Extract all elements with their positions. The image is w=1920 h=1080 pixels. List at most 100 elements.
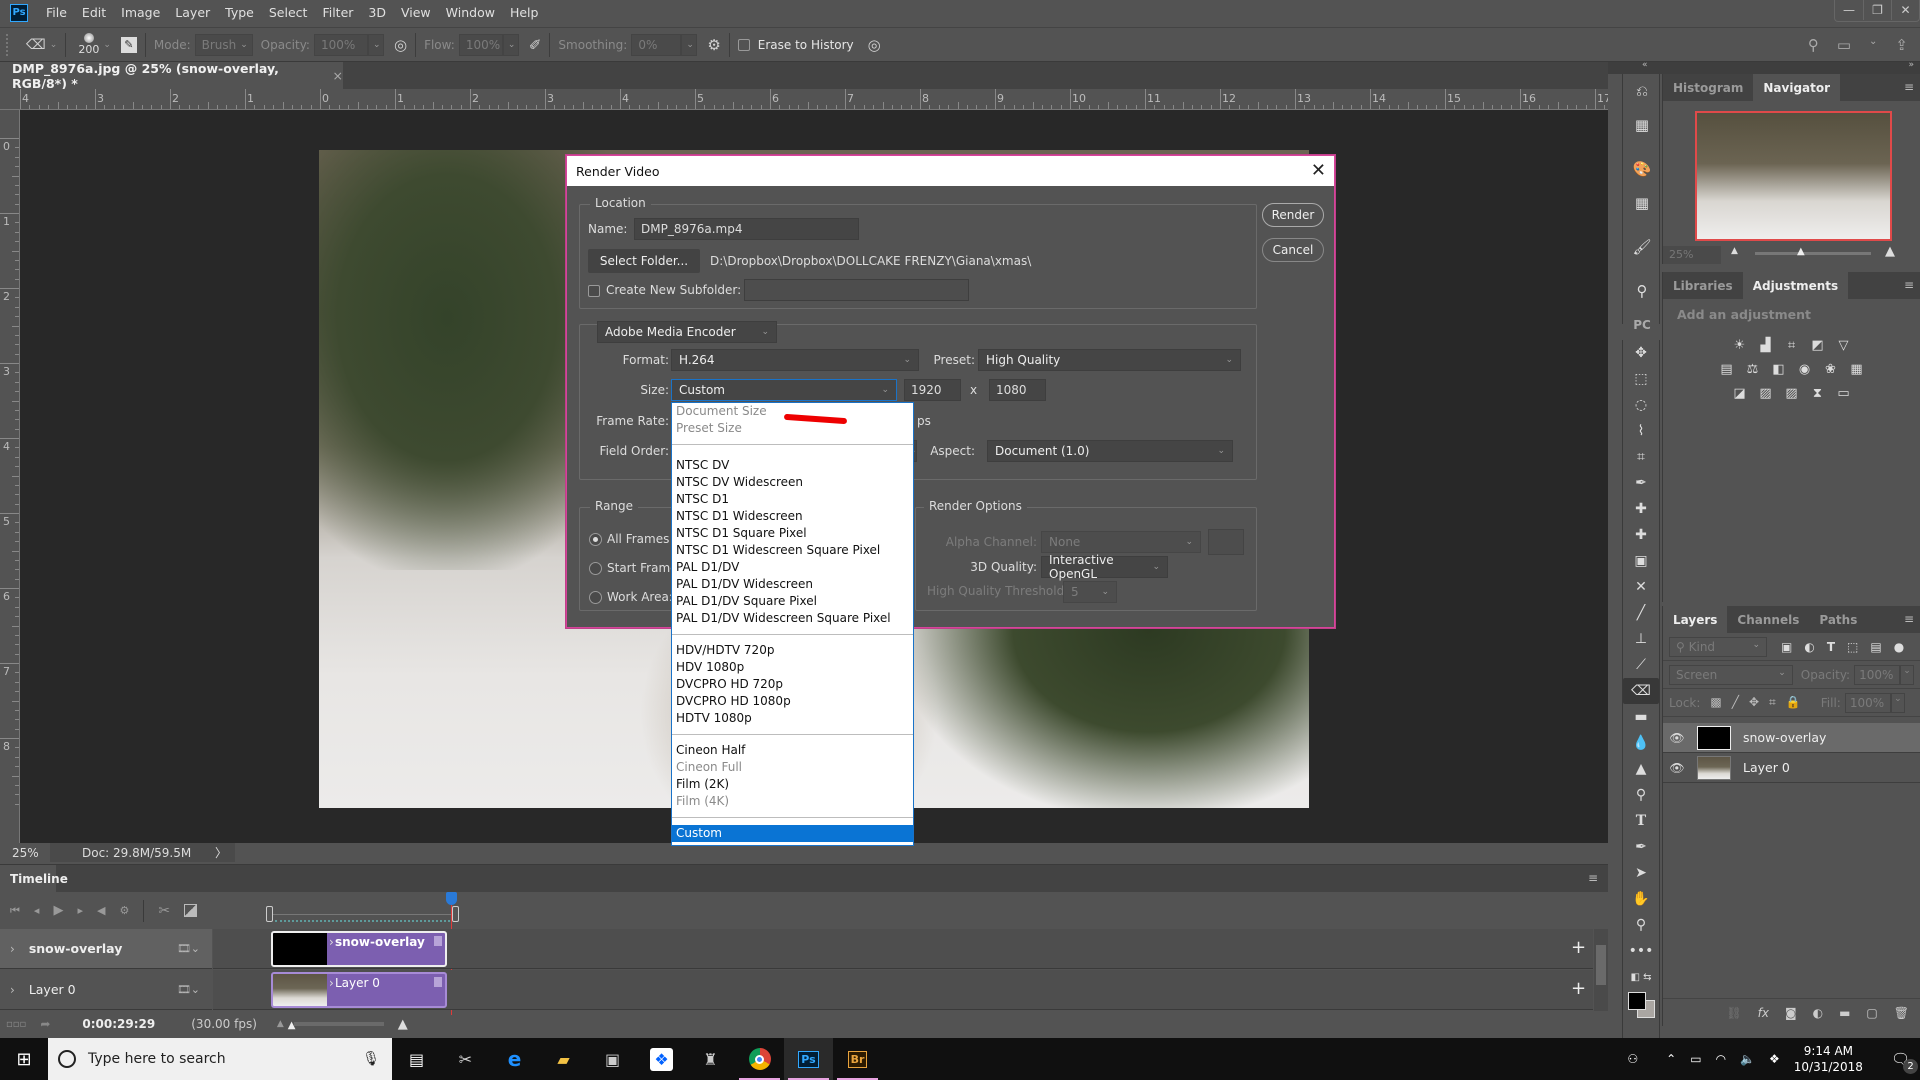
tab-timeline[interactable]: Timeline (0, 865, 68, 892)
move-tool-icon[interactable]: ✥ (1623, 340, 1659, 366)
layer-row-snow-overlay[interactable]: 👁 snow-overlay (1663, 723, 1920, 753)
menu-window[interactable]: Window (446, 5, 495, 20)
windows-start-icon[interactable]: ⊞ (0, 1038, 48, 1080)
flow-input[interactable]: 100% (458, 33, 503, 56)
dropbox-icon[interactable]: ❖ (637, 1038, 686, 1080)
pressure-opacity-icon[interactable]: ◎ (394, 36, 407, 54)
size-option[interactable]: NTSC D1 Widescreen (672, 508, 913, 525)
expand-chevron-icon[interactable]: › (10, 983, 15, 997)
path-selection-tool-icon[interactable]: ➤ (1623, 860, 1659, 886)
aspect-select[interactable]: Document (1.0) ⌄ (987, 440, 1233, 462)
layer-style-fx-icon[interactable]: fx (1758, 1006, 1769, 1020)
filter-shape-icon[interactable]: ⬚ (1847, 640, 1858, 654)
lock-artboard-icon[interactable]: ⌗ (1769, 695, 1776, 710)
swap-colors-icon[interactable]: ◧ ⇆ (1623, 964, 1659, 990)
hq-threshold-select[interactable]: 5 ⌄ (1063, 581, 1117, 603)
subfolder-input[interactable] (744, 279, 969, 301)
filter-toggle-icon[interactable]: ● (1894, 640, 1904, 654)
quick-selection-tool-icon[interactable]: ⌇ (1623, 418, 1659, 444)
delete-layer-trash-icon[interactable]: 🗑 (1894, 1006, 1909, 1020)
new-adjustment-layer-icon[interactable]: ◐ (1813, 1006, 1823, 1020)
menu-select[interactable]: Select (269, 5, 308, 20)
lock-all-icon[interactable]: 🔒 (1786, 695, 1801, 710)
size-option[interactable]: PAL D1/DV Widescreen (672, 576, 913, 593)
history-panel-icon[interactable]: ⎌ (1623, 74, 1661, 108)
split-scissors-icon[interactable]: ✂ (158, 903, 170, 919)
content-aware-move-tool-icon[interactable]: ✕ (1623, 574, 1659, 600)
size-option[interactable]: DVCPRO HD 1080p (672, 693, 913, 710)
menu-view[interactable]: View (401, 5, 431, 20)
navigator-zoom-slider[interactable]: ▲ (1755, 246, 1871, 257)
filter-adjustment-icon[interactable]: ◐ (1804, 640, 1814, 654)
name-input[interactable]: DMP_8976a.mp4 (634, 218, 859, 240)
brush-tool-icon[interactable]: ╱ (1623, 600, 1659, 626)
posterize-icon[interactable]: ▨ (1757, 384, 1775, 402)
track-header-snow-overlay[interactable]: › snow-overlay 🎞⌄ (0, 929, 212, 969)
more-tools-icon[interactable]: ••• (1623, 938, 1659, 964)
ruler-vertical[interactable]: 0 1 2 3 4 5 6 7 8 (0, 110, 20, 843)
channel-mixer-icon[interactable]: ❀ (1822, 360, 1840, 378)
size-option[interactable]: NTSC D1 Square Pixel (672, 525, 913, 542)
brush-settings-icon[interactable]: 🖌 (1623, 230, 1661, 264)
size-select[interactable]: Custom ⌄ (671, 379, 897, 401)
radio-all-frames[interactable] (589, 533, 602, 546)
frame-animation-icon[interactable]: ▫▫▫ (6, 1019, 26, 1030)
type-tool-icon[interactable]: T (1623, 808, 1659, 834)
nav-zoom-out-icon[interactable]: ▲ (1731, 246, 1738, 256)
erase-to-history-checkbox[interactable] (737, 38, 750, 51)
tab-paths[interactable]: Paths (1809, 606, 1867, 633)
document-tab[interactable]: DMP_8976a.jpg @ 25% (snow-overlay, RGB/8… (0, 61, 343, 91)
airbrush-icon[interactable]: ✐ (529, 36, 542, 54)
size-option[interactable]: PAL D1/DV Widescreen Square Pixel (672, 610, 913, 627)
crop-tool-icon[interactable]: ⌗ (1623, 444, 1659, 470)
playback-settings-gear-icon[interactable]: ⚙ (119, 904, 129, 917)
eraser-tool-icon[interactable]: ⌫ (26, 37, 46, 53)
dialog-close-icon[interactable]: ✕ (1311, 160, 1326, 181)
fill-dropdown[interactable]: ⌄ (1890, 692, 1905, 713)
pen-tool-icon[interactable]: ✒ (1623, 834, 1659, 860)
smoothing-dropdown[interactable]: ⌄ (681, 33, 698, 56)
size-option[interactable]: NTSC D1 Widescreen Square Pixel (672, 542, 913, 559)
layer-opacity-input[interactable]: 100% (1854, 664, 1901, 685)
clip-menu-icon[interactable] (434, 977, 442, 987)
zoom-in-icon[interactable]: ▲ (398, 1017, 408, 1032)
threshold-icon[interactable]: ▨ (1783, 384, 1801, 402)
foreground-color-swatch[interactable] (1628, 992, 1646, 1010)
lock-image-icon[interactable]: ╱ (1732, 695, 1739, 710)
format-select[interactable]: H.264 ⌄ (671, 349, 919, 371)
lock-transparent-icon[interactable]: ▩ (1710, 695, 1721, 710)
film-strip-icon[interactable]: 🎞⌄ (177, 942, 200, 955)
tab-adjustments[interactable]: Adjustments (1742, 272, 1849, 299)
play-icon[interactable]: ▶ (53, 903, 63, 918)
playhead[interactable] (446, 892, 457, 905)
fill-input[interactable]: 100% (1844, 692, 1891, 713)
visibility-eye-icon[interactable]: 👁 (1663, 731, 1691, 745)
clip-menu-icon[interactable] (434, 936, 442, 946)
panel-menu-icon[interactable]: ≡ (1904, 278, 1914, 292)
link-layers-icon[interactable]: ⛓ (1726, 1006, 1741, 1020)
nav-zoom-in-icon[interactable]: ▲ (1885, 244, 1895, 259)
menu-filter[interactable]: Filter (322, 5, 353, 20)
size-option[interactable]: PAL D1/DV (672, 559, 913, 576)
tool-preset-chevron-icon[interactable]: ⌄ (50, 40, 58, 50)
black-white-icon[interactable]: ◧ (1770, 360, 1788, 378)
brush-preset-picker[interactable]: 200 (78, 33, 99, 56)
dodge-tool-icon[interactable]: ⚲ (1623, 782, 1659, 808)
size-option[interactable]: NTSC DV Widescreen (672, 474, 913, 491)
new-layer-icon[interactable]: ▢ (1866, 1006, 1877, 1020)
taskbar-search-box[interactable]: Type here to search 🎙 (48, 1038, 392, 1080)
3d-properties-icon[interactable]: ▦ (1623, 108, 1661, 142)
history-brush-tool-icon[interactable]: ⟋ (1623, 652, 1659, 678)
pc-panel-icon[interactable]: PC (1623, 308, 1661, 342)
hand-tool-icon[interactable]: ✋ (1623, 886, 1659, 912)
brightness-contrast-icon[interactable]: ☀ (1731, 336, 1749, 354)
lasso-tool-icon[interactable]: ◌ (1623, 392, 1659, 418)
expand-chevron-icon[interactable]: › (10, 942, 15, 956)
layer-filter-kind-select[interactable]: ⚲ Kind ⌄ (1669, 636, 1767, 657)
flow-dropdown[interactable]: ⌄ (502, 33, 519, 56)
search-icon[interactable]: ⚲ (1808, 36, 1819, 54)
expand-chevron-icon[interactable]: › (329, 976, 334, 990)
marquee-tool-icon[interactable]: ⬚ (1623, 366, 1659, 392)
timeline-scrollbar[interactable] (1594, 929, 1608, 1011)
menu-edit[interactable]: Edit (82, 5, 106, 20)
